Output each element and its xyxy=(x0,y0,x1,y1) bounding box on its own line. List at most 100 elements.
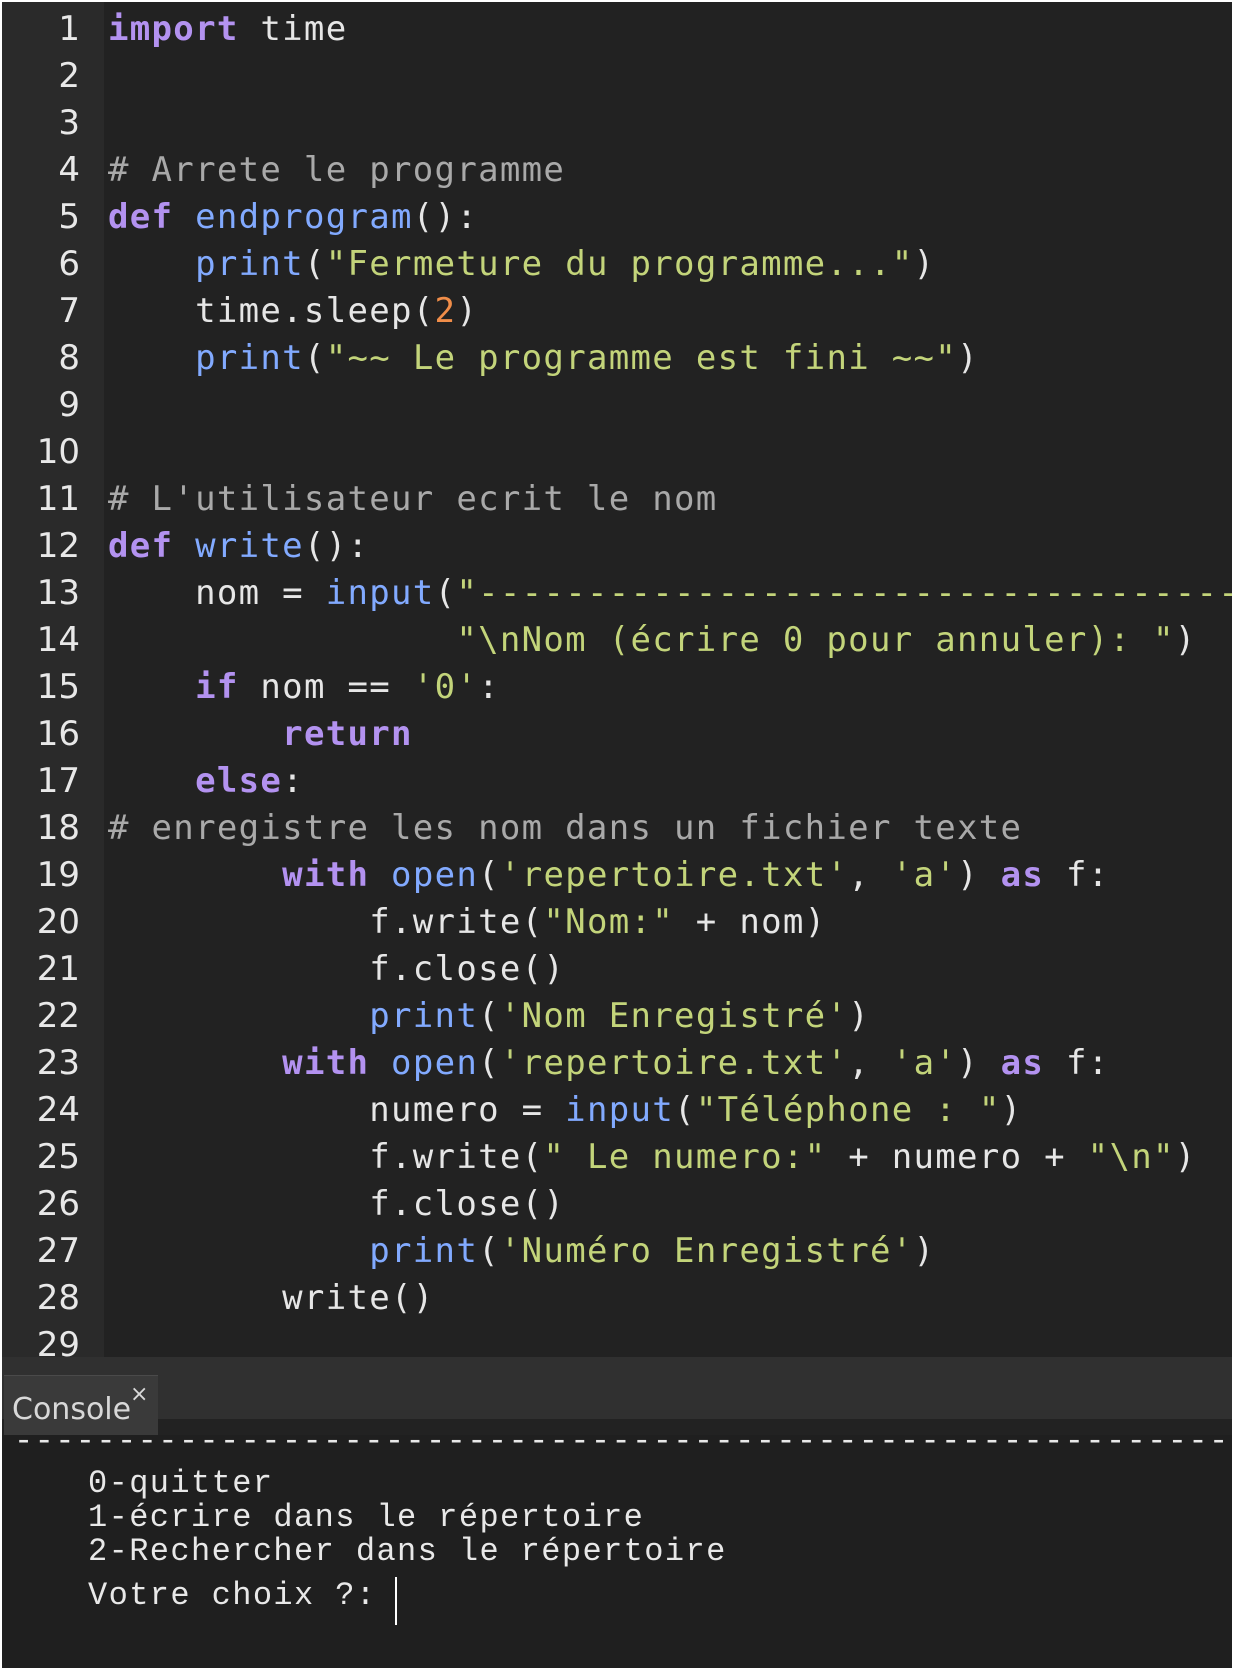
console-menu-item-2: 2-Rechercher dans le répertoire xyxy=(88,1533,727,1570)
code-line[interactable]: 16 return xyxy=(2,711,1232,758)
code-line[interactable]: 6 print("Fermeture du programme...") xyxy=(2,241,1232,288)
console-tab-bar: Console × xyxy=(2,1357,1232,1438)
code-text: f.close() xyxy=(108,946,565,993)
code-token: input xyxy=(565,1090,675,1130)
line-number: 21 xyxy=(36,949,80,989)
code-line[interactable]: 25 f.write(" Le numero:" + numero + "\n"… xyxy=(2,1134,1232,1181)
code-token: # enregistre les nom dans un fichier tex… xyxy=(108,808,1023,848)
code-line[interactable]: 3 xyxy=(2,100,1232,147)
code-line[interactable]: 21 f.close() xyxy=(2,946,1232,993)
code-token: # L'utilisateur ecrit le nom xyxy=(108,479,718,519)
code-line[interactable]: 8 print("~~ Le programme est fini ~~") xyxy=(2,335,1232,382)
code-line[interactable]: 13 nom = input("------------------------… xyxy=(2,570,1232,617)
close-icon[interactable]: × xyxy=(130,1382,148,1407)
code-text: print("Fermeture du programme...") xyxy=(108,241,935,288)
code-token: ( xyxy=(303,338,326,378)
code-text: else: xyxy=(108,758,304,805)
line-number: 5 xyxy=(58,197,80,237)
text-cursor xyxy=(395,1577,397,1625)
code-token: "\n" xyxy=(1087,1137,1175,1177)
code-token: (): xyxy=(412,197,479,237)
code-line[interactable]: 15 if nom == '0': xyxy=(2,664,1232,711)
console-menu-item-0: 0-quitter xyxy=(88,1465,274,1502)
code-token: + nom) xyxy=(674,902,827,942)
line-number: 2 xyxy=(58,56,80,96)
line-number: 12 xyxy=(36,526,80,566)
console-input[interactable] xyxy=(392,1581,1092,1629)
code-token: ( xyxy=(303,244,326,284)
line-number: 26 xyxy=(36,1184,80,1224)
code-token: 'a' xyxy=(891,855,958,895)
code-token: with xyxy=(282,855,370,895)
console-output[interactable]: ----------------------------------------… xyxy=(2,1435,1232,1668)
code-token: ( xyxy=(478,996,500,1036)
code-line[interactable]: 18 # enregistre les nom dans un fichier t… xyxy=(2,805,1232,852)
line-number: 20 xyxy=(36,902,80,942)
code-line[interactable]: 28 write() xyxy=(2,1275,1232,1322)
code-line[interactable]: 1 import time xyxy=(2,6,1232,53)
code-token: open xyxy=(391,1043,479,1083)
code-token: print xyxy=(195,244,304,284)
code-token: (): xyxy=(303,526,370,566)
code-token: ) xyxy=(913,244,936,284)
code-token: ( xyxy=(674,1090,696,1130)
code-token: ) xyxy=(1174,1137,1197,1177)
code-lines: 1 import time 2 3 4 # Arrete le programme 5 def… xyxy=(2,6,1232,1357)
line-number: 16 xyxy=(36,714,80,754)
code-token: "Fermeture du programme..." xyxy=(325,244,914,284)
line-number: 28 xyxy=(36,1278,80,1318)
code-line[interactable]: 10 xyxy=(2,429,1232,476)
code-text: nom = input("---------------------------… xyxy=(108,570,1232,617)
code-line[interactable]: 24 numero = input("Téléphone : ") xyxy=(2,1087,1232,1134)
code-line[interactable]: 9 xyxy=(2,382,1232,429)
line-number: 13 xyxy=(36,573,80,613)
code-line[interactable]: 29 xyxy=(2,1322,1232,1357)
line-number: 25 xyxy=(36,1137,80,1177)
code-line[interactable]: 19 with open('repertoire.txt', 'a') as f… xyxy=(2,852,1232,899)
code-token: def xyxy=(108,526,174,566)
code-token: ) xyxy=(1174,620,1197,660)
line-number: 4 xyxy=(58,150,80,190)
tab-console[interactable]: Console × xyxy=(4,1375,158,1438)
line-number: 14 xyxy=(36,620,80,660)
code-token: ) xyxy=(913,1231,936,1271)
code-token: , xyxy=(848,855,892,895)
code-token: with xyxy=(282,1043,370,1083)
code-token: print xyxy=(369,1231,479,1271)
code-text: with open('repertoire.txt', 'a') as f: xyxy=(108,852,1110,899)
code-line[interactable]: 12 def write(): xyxy=(2,523,1232,570)
code-text: "\nNom (écrire 0 pour annuler): ") xyxy=(108,617,1197,664)
code-token: else xyxy=(195,761,283,801)
code-line[interactable]: 23 with open('repertoire.txt', 'a') as f… xyxy=(2,1040,1232,1087)
console-prompt: Votre choix ?: xyxy=(88,1577,377,1614)
code-line[interactable]: 20 f.write("Nom:" + nom) xyxy=(2,899,1232,946)
line-number: 27 xyxy=(36,1231,80,1271)
code-text: print("~~ Le programme est fini ~~") xyxy=(108,335,979,382)
code-token: f: xyxy=(1044,1043,1110,1083)
code-line[interactable]: 27 print('Numéro Enregistré') xyxy=(2,1228,1232,1275)
code-line[interactable]: 5 def endprogram(): xyxy=(2,194,1232,241)
line-number: 10 xyxy=(36,432,80,472)
code-line[interactable]: 4 # Arrete le programme xyxy=(2,147,1232,194)
code-token: 'repertoire.txt' xyxy=(499,1043,849,1083)
code-line[interactable]: 17 else: xyxy=(2,758,1232,805)
code-line[interactable]: 7 time.sleep(2) xyxy=(2,288,1232,335)
code-token: "----------------------------------- xyxy=(456,573,1232,613)
code-editor[interactable]: 1 import time 2 3 4 # Arrete le programme 5 def… xyxy=(2,2,1232,1357)
code-line[interactable]: 2 xyxy=(2,53,1232,100)
code-line[interactable]: 14 "\nNom (écrire 0 pour annuler): ") xyxy=(2,617,1232,664)
code-line[interactable]: 26 f.close() xyxy=(2,1181,1232,1228)
code-line[interactable]: 22 print('Nom Enregistré') xyxy=(2,993,1232,1040)
code-text: def endprogram(): xyxy=(108,194,478,241)
code-line[interactable]: 11 # L'utilisateur ecrit le nom xyxy=(2,476,1232,523)
code-token: nom = xyxy=(108,573,326,613)
code-token: ( xyxy=(478,1043,500,1083)
code-token: write() xyxy=(108,1278,435,1318)
code-token: input xyxy=(325,573,435,613)
code-token: , xyxy=(848,1043,892,1083)
